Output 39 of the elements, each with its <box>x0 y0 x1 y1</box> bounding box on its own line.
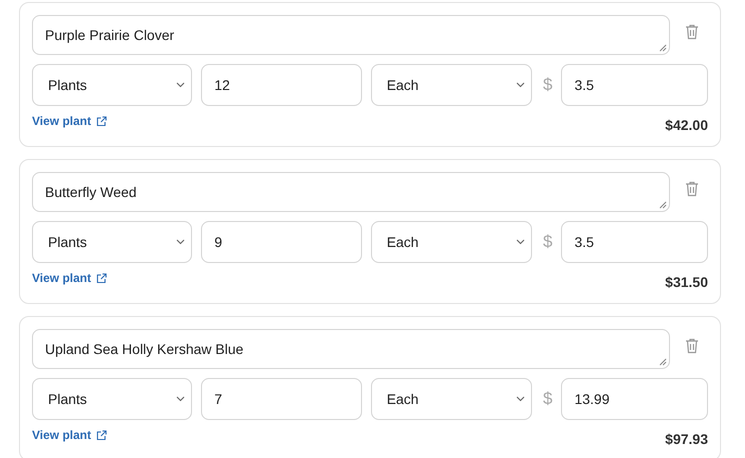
currency-label: $ <box>543 75 552 95</box>
external-link-icon <box>96 272 108 284</box>
line-total: $31.50 <box>665 274 708 290</box>
resize-handle-icon[interactable] <box>659 44 667 52</box>
price-field[interactable]: 13.99 <box>561 378 708 420</box>
resize-handle-icon[interactable] <box>659 201 667 209</box>
delete-icon[interactable] <box>685 338 699 354</box>
plant-name-field[interactable]: Purple Prairie Clover <box>32 15 670 55</box>
view-plant-link[interactable]: View plant <box>32 114 108 128</box>
line-total: $97.93 <box>665 431 708 447</box>
delete-icon[interactable] <box>685 181 699 197</box>
quantity-field[interactable]: 7 <box>201 378 362 420</box>
external-link-icon <box>96 430 108 440</box>
price-field[interactable]: 3.5 <box>561 221 708 263</box>
chevron-down-icon <box>516 82 525 88</box>
chevron-down-icon <box>516 396 525 402</box>
chevron-down-icon <box>176 82 186 88</box>
external-link-icon <box>96 116 108 126</box>
line-total: $42.00 <box>665 117 708 133</box>
unit-select[interactable]: Each <box>370 64 532 106</box>
chevron-down-icon <box>176 239 186 245</box>
plant-name-field[interactable]: Upland Sea Holly Kershaw Blue <box>32 329 670 369</box>
category-select[interactable]: Plants <box>32 64 192 106</box>
currency-label: $ <box>543 389 552 409</box>
unit-select[interactable]: Each <box>370 378 532 420</box>
delete-icon[interactable] <box>685 24 699 40</box>
chevron-down-icon <box>176 396 186 402</box>
category-select[interactable]: Plants <box>32 378 192 420</box>
quantity-field[interactable]: 12 <box>201 64 362 106</box>
currency-label: $ <box>543 232 552 252</box>
category-select[interactable]: Plants <box>32 221 192 263</box>
quantity-field[interactable]: 9 <box>201 221 362 263</box>
chevron-down-icon <box>516 239 525 245</box>
plant-name-field[interactable]: Butterfly Weed <box>32 172 670 212</box>
view-plant-link[interactable]: View plant <box>32 271 108 285</box>
price-field[interactable]: 3.5 <box>561 64 708 106</box>
unit-select[interactable]: Each <box>370 221 532 263</box>
view-plant-link[interactable]: View plant <box>32 428 108 442</box>
resize-handle-icon[interactable] <box>659 358 667 366</box>
